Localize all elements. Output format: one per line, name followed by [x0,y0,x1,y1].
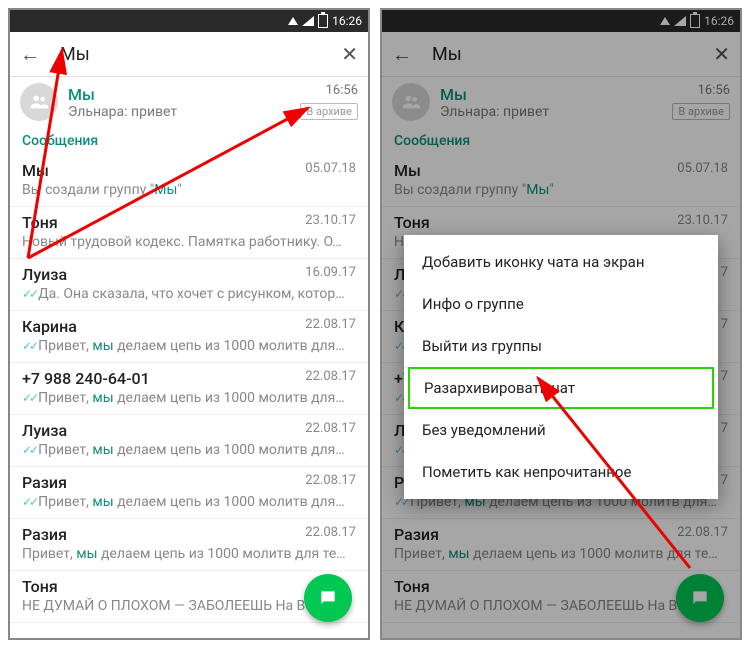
chat-date: 23.10.17 [305,213,356,228]
menu-item[interactable]: Добавить иконку чата на экран [404,241,718,283]
stage: 16:26 ← Мы ✕ Мы Эльнара: привет 16:56 В … [0,0,752,650]
new-chat-fab[interactable] [304,574,352,622]
section-header: Сообщения [10,125,368,155]
chat-preview: Привет, мы делаем цепь из 1000 молитв дл… [22,544,356,562]
menu-item[interactable]: Пометить как непрочитанное [404,451,718,493]
chat-row[interactable]: Мы05.07.18Вы создали группу "Мы" [10,155,368,207]
menu-item[interactable]: Без уведомлений [404,409,718,451]
read-ticks-icon: ✓✓ [22,391,36,405]
chat-date: 22.08.17 [305,525,356,540]
archive-badge: В архиве [300,103,358,120]
read-ticks-icon: ✓✓ [22,495,36,509]
read-ticks-icon: ✓✓ [22,443,36,457]
menu-item[interactable]: Выйти из группы [404,325,718,367]
chat-date: 16.09.17 [305,265,356,280]
chat-row[interactable]: Тоня23.10.17Новый трудовой кодекс. Памят… [10,207,368,259]
chat-preview: Вы создали группу "Мы" [22,180,356,198]
chat-icon [318,588,338,608]
chat-row[interactable]: Луиза22.08.17✓✓Привет, мы делаем цепь из… [10,415,368,467]
status-bar: 16:26 [10,10,368,32]
group-avatar-icon [20,83,58,121]
chat-preview: ✓✓Привет, мы делаем цепь из 1000 молитв … [22,336,356,354]
chat-date: 22.08.17 [305,369,356,384]
chat-date: 22.08.17 [305,421,356,436]
chat-preview: ✓✓Привет, мы делаем цепь из 1000 молитв … [22,388,356,406]
chat-date: 22.08.17 [305,317,356,332]
battery-icon [318,14,328,28]
phone-right: 16:26 ← Мы ✕ Мы Эльнара: привет 16:56 В … [380,8,742,640]
clear-icon[interactable]: ✕ [341,42,358,66]
chat-list-left: Мы05.07.18Вы создали группу "Мы"Тоня23.1… [10,155,368,623]
read-ticks-icon: ✓✓ [22,287,36,301]
pinned-name: Мы [68,85,358,104]
chat-row[interactable]: Разия22.08.17✓✓Привет, мы делаем цепь из… [10,467,368,519]
chat-row[interactable]: +7 988 240-64-0122.08.17✓✓Привет, мы дел… [10,363,368,415]
signal-icon [302,16,314,26]
menu-item[interactable]: Инфо о группе [404,283,718,325]
chat-date: 05.07.18 [305,161,356,176]
status-time: 16:26 [332,14,362,28]
pinned-time: 16:56 [326,83,358,98]
network-icon [288,17,298,25]
chat-row[interactable]: Карина22.08.17✓✓Привет, мы делаем цепь и… [10,311,368,363]
chat-preview: ✓✓Привет, мы делаем цепь из 1000 молитв … [22,440,356,458]
pinned-chat[interactable]: Мы Эльнара: привет 16:56 В архиве [10,77,368,125]
search-bar[interactable]: ← Мы ✕ [10,32,368,77]
phone-left: 16:26 ← Мы ✕ Мы Эльнара: привет 16:56 В … [8,8,370,640]
chat-preview: ✓✓Привет, мы делаем цепь из 1000 молитв … [22,492,356,510]
chat-row[interactable]: Луиза16.09.17✓✓Да. Она сказала, что хоче… [10,259,368,311]
chat-preview: ✓✓Да. Она сказала, что хочет с рисунком,… [22,284,356,302]
read-ticks-icon: ✓✓ [22,339,36,353]
chat-date: 22.08.17 [305,473,356,488]
chat-row[interactable]: Разия22.08.17Привет, мы делаем цепь из 1… [10,519,368,571]
search-input[interactable]: Мы [60,44,341,65]
chat-preview: Новый трудовой кодекс. Памятка работнику… [22,232,356,250]
menu-item[interactable]: Разархивировать чат [408,367,714,409]
context-menu: Добавить иконку чата на экранИнфо о груп… [404,235,718,499]
back-arrow-icon[interactable]: ← [20,44,40,64]
